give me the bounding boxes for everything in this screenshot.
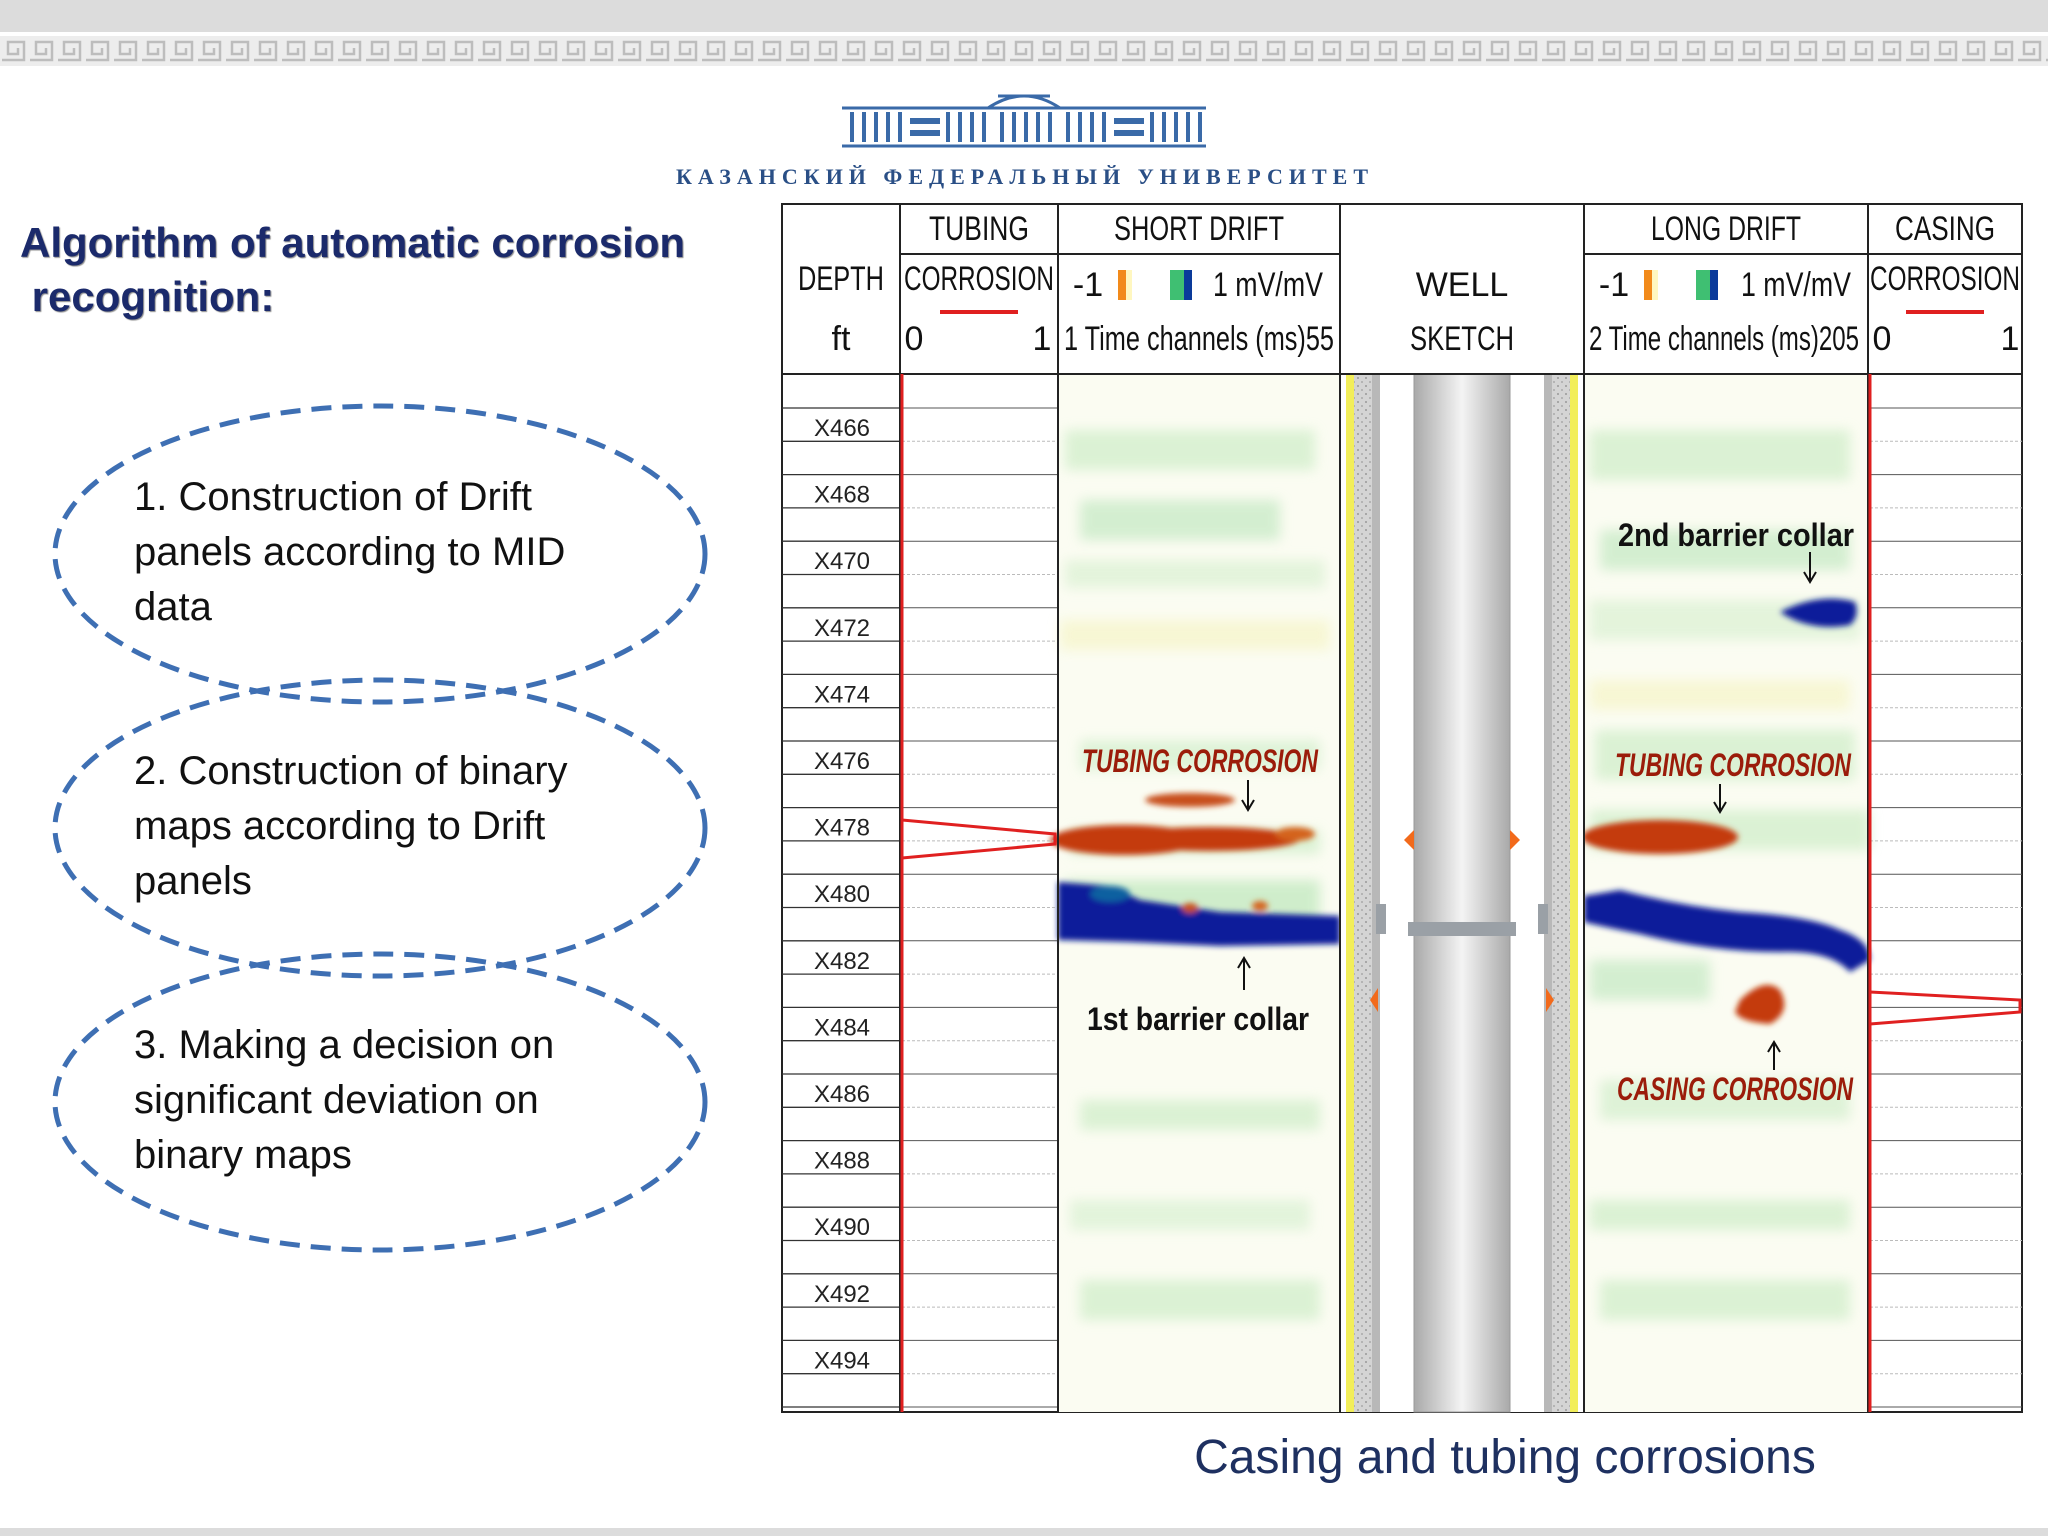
top-band bbox=[0, 0, 2048, 32]
step-3-line-2: significant deviation on bbox=[134, 1078, 539, 1122]
annotation-long-tubing-corrosion: TUBING CORROSION bbox=[1615, 747, 1852, 783]
depth-label: X470 bbox=[814, 548, 870, 575]
depth-label: X480 bbox=[814, 881, 870, 908]
depth-unit: ft bbox=[832, 320, 851, 358]
university-logo bbox=[842, 94, 1206, 148]
casing-min: 0 bbox=[1873, 320, 1892, 358]
heading-line-2: recognition: bbox=[20, 273, 275, 320]
heading-line-1: Algorithm of automatic corrosion bbox=[20, 219, 686, 266]
university-name: КАЗАНСКИЙ ФЕДЕРАЛЬНЫЙ УНИВЕРСИТЕТ bbox=[675, 164, 1375, 189]
depth-label: X482 bbox=[814, 948, 870, 975]
corrosion-log-figure: DEPTH ft TUBING CORROSION 0 1 SHORT DRIF… bbox=[781, 203, 2023, 1413]
annotation-first-barrier-collar: 1st barrier collar bbox=[1087, 1001, 1309, 1037]
annotation-second-barrier-collar: 2nd barrier collar bbox=[1618, 517, 1854, 553]
step-1-line-1: 1. Construction of Drift bbox=[134, 475, 532, 519]
well-sketch bbox=[1340, 373, 1584, 1413]
depth-label: X472 bbox=[814, 615, 870, 642]
well-sketch-line-1: WELL bbox=[1416, 266, 1509, 304]
short-drift-title: SHORT DRIFT bbox=[1114, 210, 1284, 248]
depth-label: X468 bbox=[814, 482, 870, 509]
step-2-text: 2. Construction of binary maps according… bbox=[134, 744, 628, 909]
depth-header: DEPTH bbox=[798, 260, 884, 298]
well-sketch-line-2: SKETCH bbox=[1410, 320, 1514, 358]
figure-caption: Casing and tubing corrosions bbox=[1194, 1431, 1816, 1484]
step-1-text: 1. Construction of Drift panels accordin… bbox=[134, 470, 628, 635]
short-drift-scale-max: 1 mV/mV bbox=[1213, 266, 1323, 304]
depth-label: X476 bbox=[814, 748, 870, 775]
depth-label: X474 bbox=[814, 681, 870, 708]
footer-band bbox=[0, 1528, 2048, 1536]
casing-corrosion-name: CORROSION bbox=[1870, 260, 2020, 298]
tubing-max: 1 bbox=[1033, 320, 1052, 358]
long-drift-scale-max: 1 mV/mV bbox=[1741, 266, 1851, 304]
short-drift-channels: 1 Time channels (ms)55 bbox=[1064, 320, 1334, 358]
step-3-text: 3. Making a decision on significant devi… bbox=[134, 1018, 628, 1183]
short-drift-panel bbox=[1050, 374, 1340, 1412]
greek-key-border bbox=[0, 36, 2048, 66]
step-1-line-2: panels according to MID bbox=[134, 530, 566, 574]
depth-label: X494 bbox=[814, 1347, 870, 1374]
tubing-title: TUBING bbox=[929, 210, 1029, 248]
depth-label: X490 bbox=[814, 1214, 870, 1241]
annotation-short-tubing-corrosion: TUBING CORROSION bbox=[1082, 743, 1319, 779]
tubing-min: 0 bbox=[905, 320, 924, 358]
long-drift-scale-min: -1 bbox=[1599, 266, 1629, 304]
depth-label: X478 bbox=[814, 815, 870, 842]
annotation-casing-corrosion: CASING CORROSION bbox=[1617, 1071, 1854, 1107]
long-drift-title: LONG DRIFT bbox=[1651, 210, 1801, 248]
depth-label: X492 bbox=[814, 1281, 870, 1308]
short-drift-scale-min: -1 bbox=[1073, 266, 1103, 304]
tubing-corrosion-name: CORROSION bbox=[904, 260, 1054, 298]
step-2-line-3: panels bbox=[134, 859, 252, 903]
step-2-line-2: maps according to Drift bbox=[134, 804, 546, 848]
long-drift-channels: 2 Time channels (ms)205 bbox=[1589, 320, 1859, 358]
casing-max: 1 bbox=[2001, 320, 2020, 358]
slide-heading: Algorithm of automatic corrosion recogni… bbox=[20, 216, 780, 324]
casing-title: CASING bbox=[1895, 210, 1995, 248]
depth-label: X488 bbox=[814, 1148, 870, 1175]
depth-label: X486 bbox=[814, 1081, 870, 1108]
depth-label: X466 bbox=[814, 415, 870, 442]
step-1-line-3: data bbox=[134, 585, 212, 629]
step-3-line-1: 3. Making a decision on bbox=[134, 1023, 555, 1067]
depth-label: X484 bbox=[814, 1014, 870, 1041]
step-2-line-1: 2. Construction of binary bbox=[134, 749, 568, 793]
step-3-line-3: binary maps bbox=[134, 1133, 352, 1177]
